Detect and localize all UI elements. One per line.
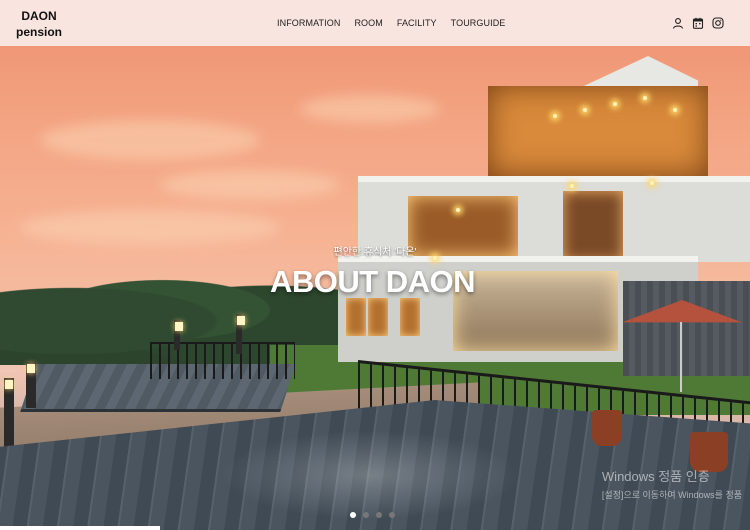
watermark-title: Windows 정품 인증 [601, 469, 710, 484]
logo-title: DAON [21, 9, 57, 23]
slide-dot-3[interactable] [376, 512, 382, 518]
slide-dot-4[interactable] [389, 512, 395, 518]
nav-item-room[interactable]: ROOM [354, 18, 382, 28]
hero-headline: ABOUT DAON [269, 264, 476, 299]
lamp-post [174, 320, 183, 350]
pension-building [338, 46, 750, 376]
site-logo[interactable]: DAON pension [16, 8, 62, 40]
site-header: DAON pension INFORMATION ROOM FACILITY T… [0, 0, 750, 46]
user-icon[interactable] [672, 16, 684, 29]
watermark-subtitle: [설정]으로 이동하여 Windows를 정품 [601, 490, 742, 500]
slide-dot-2[interactable] [363, 512, 369, 518]
lamp-post [26, 362, 36, 408]
plant-pot [592, 410, 622, 446]
slide-indicators [350, 512, 395, 518]
lamp-post [4, 378, 14, 448]
nav-item-information[interactable]: INFORMATION [277, 18, 340, 28]
nav-item-facility[interactable]: FACILITY [397, 18, 437, 28]
calendar-icon[interactable] [692, 16, 704, 29]
instagram-icon[interactable] [712, 16, 724, 29]
railing [150, 342, 295, 379]
slide-progress-bar [0, 526, 160, 530]
lamp-post [236, 314, 245, 354]
hero-tagline: 편안한 휴식처 '다온' [333, 247, 417, 258]
slide-dot-1[interactable] [350, 512, 356, 518]
windows-activation-watermark: Windows 정품 인증 [설정]으로 이동하여 Windows를 정품 [602, 466, 742, 501]
nav-item-tourguide[interactable]: TOURGUIDE [451, 18, 506, 28]
logo-subtitle: pension [16, 25, 63, 39]
main-nav: INFORMATION ROOM FACILITY TOURGUIDE [277, 18, 519, 28]
header-icons [672, 16, 724, 29]
